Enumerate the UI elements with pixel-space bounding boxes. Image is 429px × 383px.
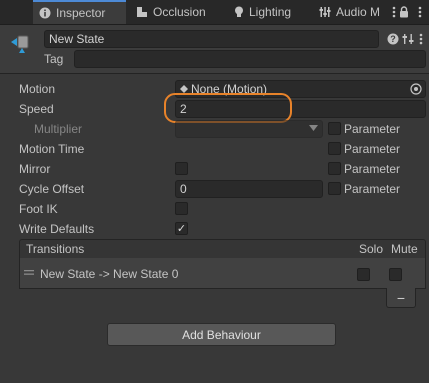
context-menu-icon[interactable] — [416, 30, 426, 48]
write-defaults-label: Write Defaults — [19, 222, 95, 236]
cycle-offset-field[interactable]: 0 — [175, 180, 323, 198]
tab-label: Inspector — [56, 6, 106, 20]
tab-audio-mixer[interactable]: Audio M — [313, 0, 385, 24]
mirror-label: Mirror — [19, 162, 51, 176]
state-name-value: New State — [49, 32, 105, 46]
transition-label: New State -> New State 0 — [40, 267, 179, 281]
transition-solo-checkbox[interactable] — [357, 268, 370, 281]
mirror-checkbox[interactable] — [175, 162, 188, 175]
help-icon[interactable]: ? — [386, 30, 400, 48]
transition-mute-checkbox[interactable] — [389, 268, 402, 281]
tab-label: Audio M — [336, 5, 381, 19]
drag-handle-icon[interactable] — [24, 269, 34, 276]
add-behaviour-button[interactable]: Add Behaviour — [107, 323, 336, 346]
lock-icon[interactable] — [397, 4, 411, 20]
mirror-parameter-label: Parameter — [344, 162, 401, 176]
multiplier-parameter-label: Parameter — [344, 122, 401, 136]
audio-mixer-icon — [319, 6, 331, 18]
speed-label: Speed — [19, 102, 54, 116]
cycle-offset-label: Cycle Offset — [19, 182, 85, 196]
tab-occlusion[interactable]: Occlusion — [130, 0, 225, 24]
solo-column-label: Solo — [359, 242, 384, 256]
object-picker-icon[interactable] — [410, 83, 422, 95]
mirror-parameter-checkbox[interactable] — [328, 162, 341, 175]
cycle-offset-parameter-label: Parameter — [344, 182, 401, 196]
add-behaviour-label: Add Behaviour — [182, 327, 261, 342]
tag-label: Tag — [44, 52, 64, 66]
tag-field[interactable] — [74, 50, 426, 68]
remove-transition-button[interactable]: − — [386, 288, 416, 308]
tab-lighting[interactable]: Lighting — [228, 0, 313, 24]
state-name-field[interactable]: New State — [44, 30, 379, 48]
mute-column-label: Mute — [391, 242, 418, 256]
presets-icon[interactable] — [401, 30, 415, 48]
multiplier-dropdown — [175, 120, 323, 138]
transitions-title: Transitions — [26, 242, 85, 256]
svg-text:?: ? — [390, 34, 396, 44]
info-icon — [39, 7, 51, 19]
multiplier-label: Multiplier — [34, 122, 83, 136]
chevron-down-icon — [309, 125, 318, 132]
foot-ik-checkbox[interactable] — [175, 202, 188, 215]
motion-time-parameter-label: Parameter — [344, 142, 401, 156]
list-item[interactable]: New State -> New State 0 — [20, 260, 425, 288]
cycle-offset-value: 0 — [180, 182, 187, 196]
motion-time-parameter-checkbox[interactable] — [328, 142, 341, 155]
tab-bar: Inspector Occlusion Lighting Audio M — [0, 0, 429, 25]
lightbulb-icon — [234, 6, 244, 19]
remove-label: − — [396, 289, 406, 306]
multiplier-parameter-checkbox[interactable] — [328, 122, 341, 135]
tab-label: Lighting — [249, 5, 292, 19]
tab-label: Occlusion — [153, 5, 206, 19]
motion-time-label: Motion Time — [19, 142, 85, 156]
motion-label: Motion — [19, 82, 56, 96]
animator-state-icon — [9, 31, 35, 55]
write-defaults-checkbox[interactable]: ✓ — [175, 222, 188, 235]
tab-menu-icon[interactable] — [413, 4, 427, 20]
occlusion-icon — [136, 6, 148, 18]
checkmark-icon: ✓ — [176, 223, 187, 235]
foot-ik-label: Foot IK — [19, 202, 58, 216]
cycle-offset-parameter-checkbox[interactable] — [328, 182, 341, 195]
tab-inspector[interactable]: Inspector — [33, 0, 126, 24]
